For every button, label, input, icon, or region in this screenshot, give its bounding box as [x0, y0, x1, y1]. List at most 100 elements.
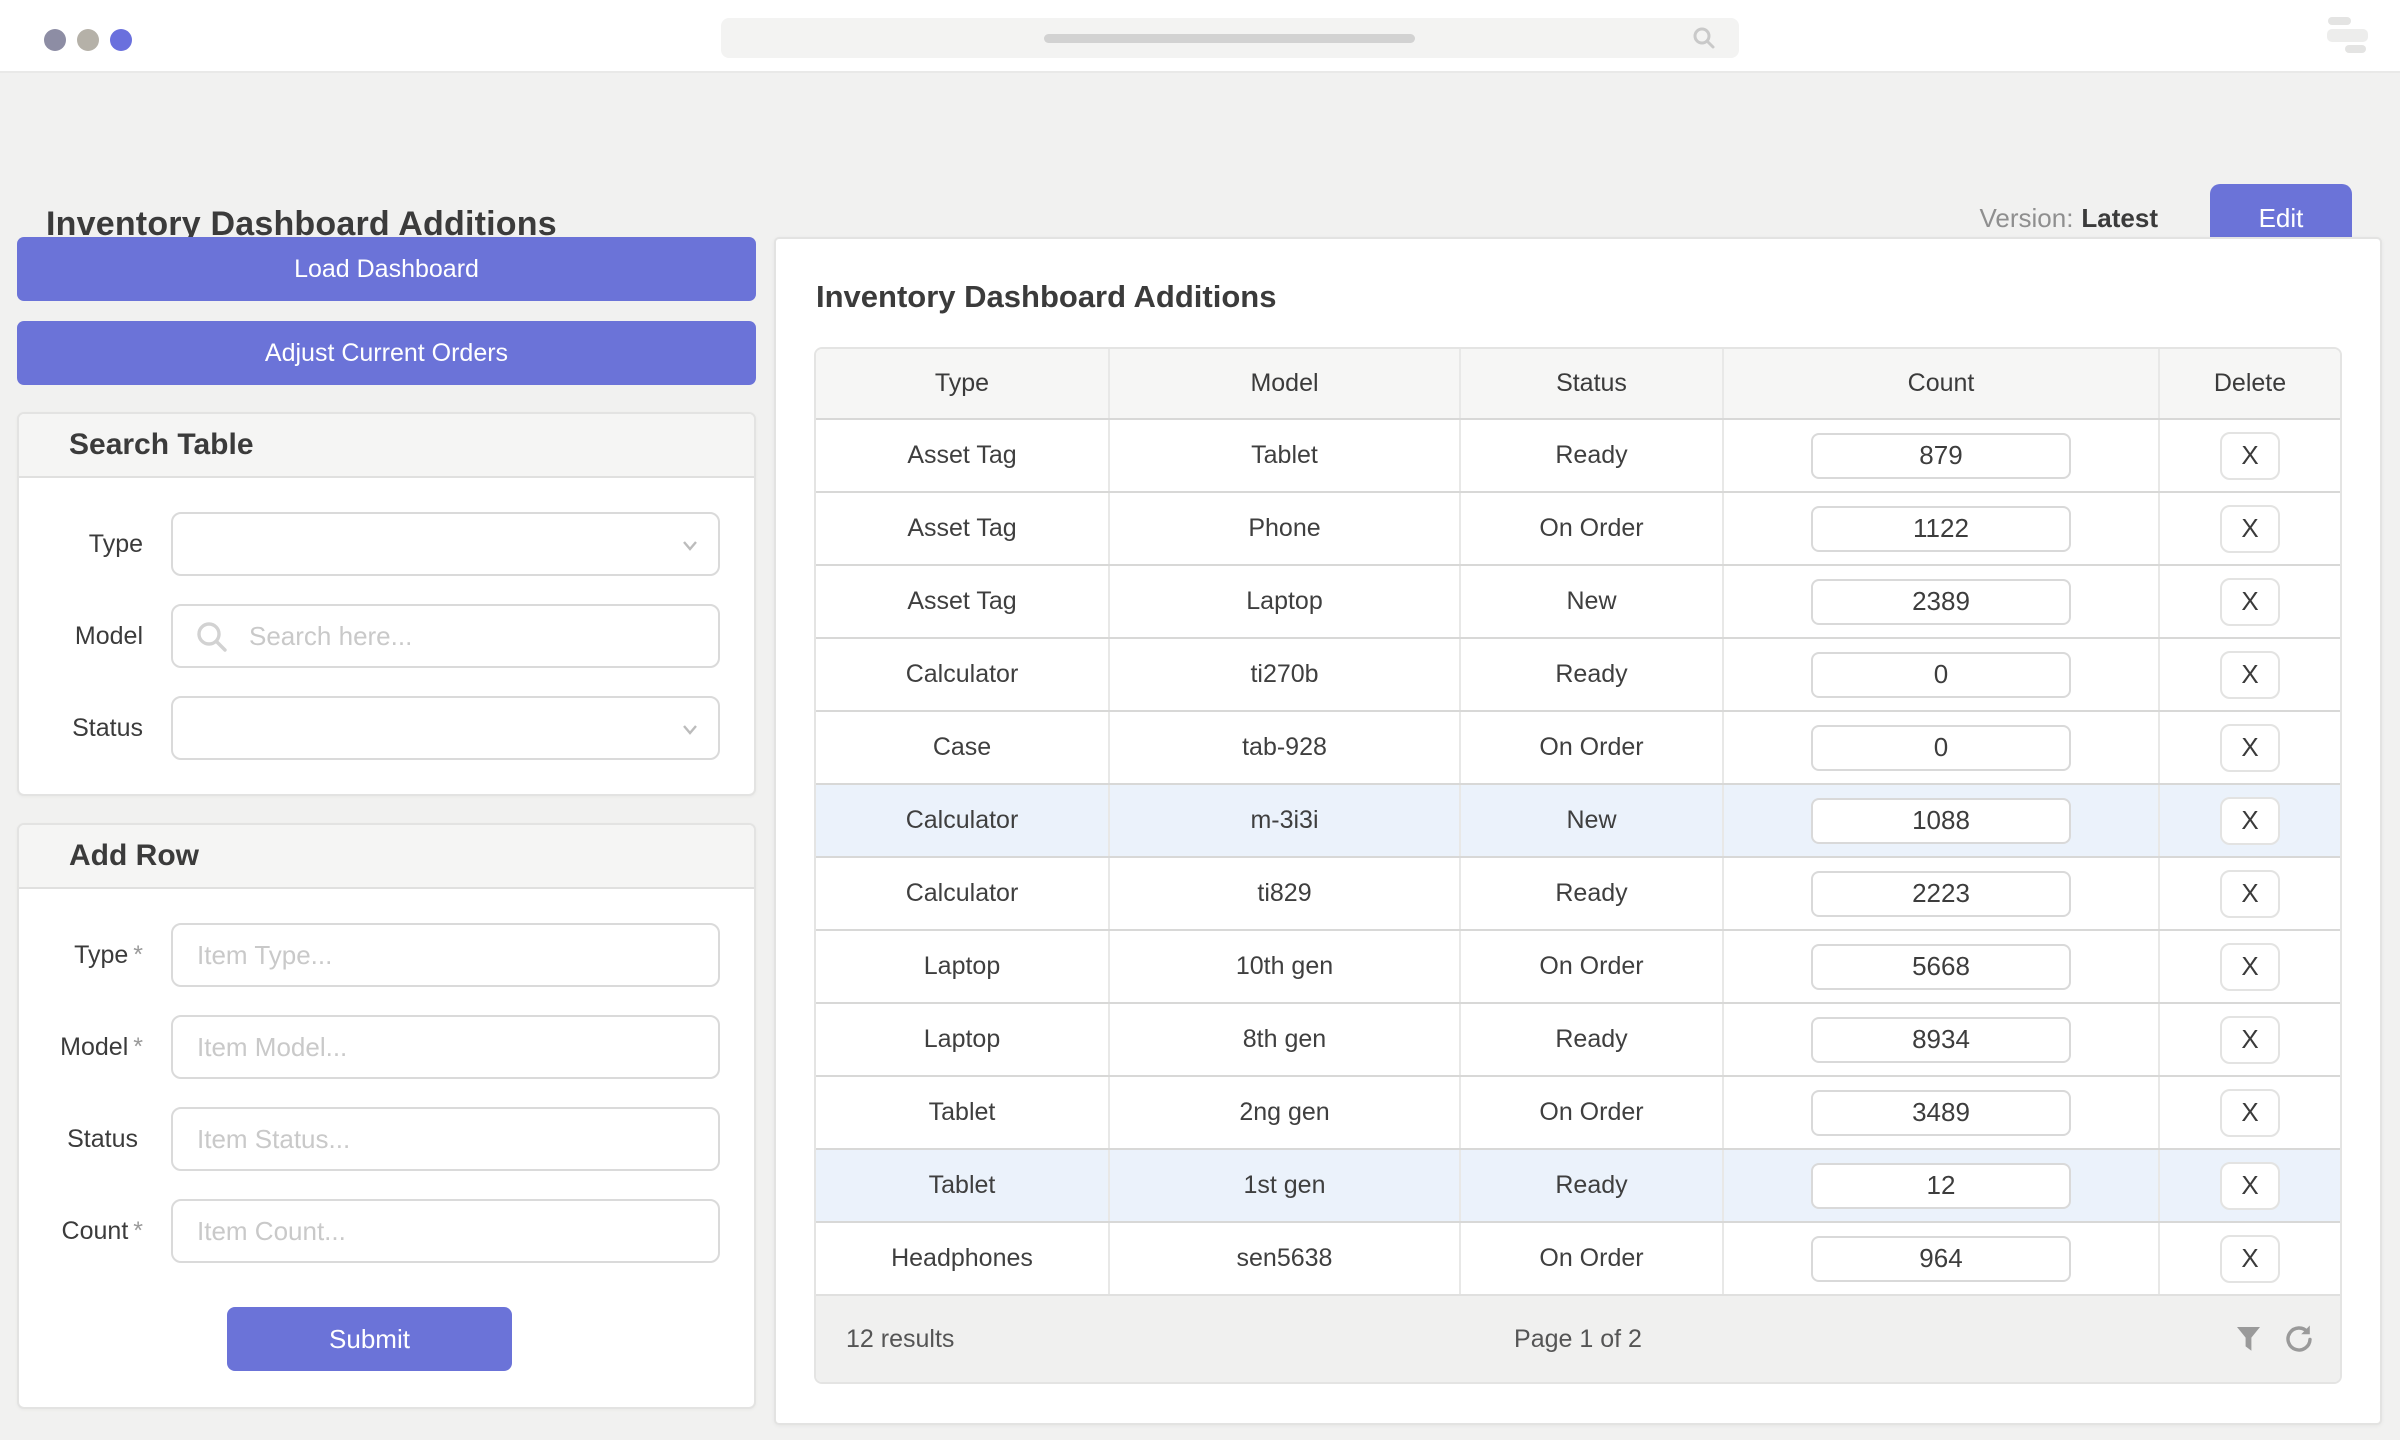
- cell-count: [1724, 931, 2160, 1002]
- table-row: Asset Tag Laptop New X: [816, 564, 2340, 637]
- add-status-input[interactable]: [171, 1107, 720, 1171]
- column-header-model: Model: [1110, 349, 1461, 418]
- cell-type: Laptop: [816, 931, 1110, 1002]
- add-model-input[interactable]: [171, 1015, 720, 1079]
- table-row: Asset Tag Phone On Order X: [816, 491, 2340, 564]
- cell-status: On Order: [1461, 931, 1724, 1002]
- count-input[interactable]: [1811, 1016, 2071, 1063]
- count-input[interactable]: [1811, 870, 2071, 917]
- add-type-input[interactable]: [171, 923, 720, 987]
- delete-button[interactable]: X: [2220, 723, 2280, 772]
- window-dot-2[interactable]: [77, 29, 99, 51]
- delete-button[interactable]: X: [2220, 431, 2280, 480]
- cell-model: sen5638: [1110, 1223, 1461, 1294]
- filter-icon: [2235, 1327, 2262, 1356]
- model-search-input[interactable]: [171, 604, 720, 668]
- cell-delete: X: [2160, 1077, 2340, 1148]
- cell-delete: X: [2160, 639, 2340, 710]
- cell-model: 2ng gen: [1110, 1077, 1461, 1148]
- submit-button[interactable]: Submit: [227, 1307, 512, 1371]
- cell-status: Ready: [1461, 1150, 1724, 1221]
- cell-status: On Order: [1461, 1077, 1724, 1148]
- cell-count: [1724, 420, 2160, 491]
- search-type-label: Type: [88, 529, 143, 558]
- delete-button[interactable]: X: [2220, 577, 2280, 626]
- table-row: Case tab-928 On Order X: [816, 710, 2340, 783]
- count-input[interactable]: [1811, 578, 2071, 625]
- adjust-current-orders-button[interactable]: Adjust Current Orders: [17, 321, 756, 385]
- search-type-select[interactable]: [171, 512, 720, 576]
- cell-delete: X: [2160, 420, 2340, 491]
- search-status-label: Status: [72, 713, 143, 742]
- delete-button[interactable]: X: [2220, 650, 2280, 699]
- cell-delete: X: [2160, 858, 2340, 929]
- add-type-label: Type *: [74, 940, 143, 969]
- inventory-table: Type Model Status Count Delete Asset Tag…: [814, 347, 2342, 1384]
- window-dot-1[interactable]: [44, 29, 66, 51]
- table-row: Asset Tag Tablet Ready X: [816, 418, 2340, 491]
- cell-delete: X: [2160, 1004, 2340, 1075]
- required-marker: *: [133, 940, 143, 969]
- cell-type: Asset Tag: [816, 493, 1110, 564]
- cell-model: ti270b: [1110, 639, 1461, 710]
- table-row: Calculator ti829 Ready X: [816, 856, 2340, 929]
- delete-button[interactable]: X: [2220, 1088, 2280, 1137]
- cell-type: Case: [816, 712, 1110, 783]
- add-model-label: Model *: [60, 1032, 143, 1061]
- count-input[interactable]: [1811, 432, 2071, 479]
- table-row: Headphones sen5638 On Order X: [816, 1221, 2340, 1294]
- count-input[interactable]: [1811, 1162, 2071, 1209]
- count-input[interactable]: [1811, 1235, 2071, 1282]
- search-table-card: Search Table Type Model Search here... S…: [17, 412, 756, 796]
- delete-button[interactable]: X: [2220, 796, 2280, 845]
- search-model-label: Model: [74, 621, 143, 650]
- delete-button[interactable]: X: [2220, 504, 2280, 553]
- table-row: Laptop 10th gen On Order X: [816, 929, 2340, 1002]
- count-input[interactable]: [1811, 651, 2071, 698]
- search-table-title: Search Table: [19, 414, 754, 478]
- refresh-button[interactable]: [2284, 1324, 2314, 1354]
- window-dot-3[interactable]: [110, 29, 132, 51]
- search-status-select[interactable]: [171, 696, 720, 760]
- count-input[interactable]: [1811, 797, 2071, 844]
- cell-type: Calculator: [816, 639, 1110, 710]
- version-value: Latest: [2081, 203, 2158, 233]
- delete-button[interactable]: X: [2220, 1161, 2280, 1210]
- cell-count: [1724, 712, 2160, 783]
- table-row: Tablet 2ng gen On Order X: [816, 1075, 2340, 1148]
- cell-delete: X: [2160, 931, 2340, 1002]
- cell-status: New: [1461, 785, 1724, 856]
- load-dashboard-button[interactable]: Load Dashboard: [17, 237, 756, 301]
- cell-type: Laptop: [816, 1004, 1110, 1075]
- cell-delete: X: [2160, 1223, 2340, 1294]
- column-header-count: Count: [1724, 349, 2160, 418]
- count-input[interactable]: [1811, 943, 2071, 990]
- cell-count: [1724, 1004, 2160, 1075]
- page-indicator: Page 1 of 2: [1514, 1324, 1642, 1353]
- table-row: Tablet 1st gen Ready X: [816, 1148, 2340, 1221]
- count-input[interactable]: [1811, 1089, 2071, 1136]
- delete-button[interactable]: X: [2220, 1015, 2280, 1064]
- filter-button[interactable]: [2235, 1325, 2262, 1353]
- column-header-type: Type: [816, 349, 1110, 418]
- delete-button[interactable]: X: [2220, 942, 2280, 991]
- cell-delete: X: [2160, 1150, 2340, 1221]
- delete-button[interactable]: X: [2220, 1234, 2280, 1283]
- cell-count: [1724, 1077, 2160, 1148]
- menu-icon[interactable]: [2327, 17, 2368, 55]
- cell-status: New: [1461, 566, 1724, 637]
- cell-count: [1724, 566, 2160, 637]
- refresh-icon: [2284, 1325, 2314, 1357]
- cell-count: [1724, 639, 2160, 710]
- add-count-input[interactable]: [171, 1199, 720, 1263]
- table-row: Laptop 8th gen Ready X: [816, 1002, 2340, 1075]
- table-footer: 12 results Page 1 of 2: [816, 1294, 2340, 1382]
- table-row: Calculator ti270b Ready X: [816, 637, 2340, 710]
- count-input[interactable]: [1811, 724, 2071, 771]
- delete-button[interactable]: X: [2220, 869, 2280, 918]
- cell-model: m-3i3i: [1110, 785, 1461, 856]
- count-input[interactable]: [1811, 505, 2071, 552]
- cell-type: Calculator: [816, 785, 1110, 856]
- browser-search-bar[interactable]: [721, 18, 1739, 58]
- version-label: Version:: [1979, 203, 2074, 233]
